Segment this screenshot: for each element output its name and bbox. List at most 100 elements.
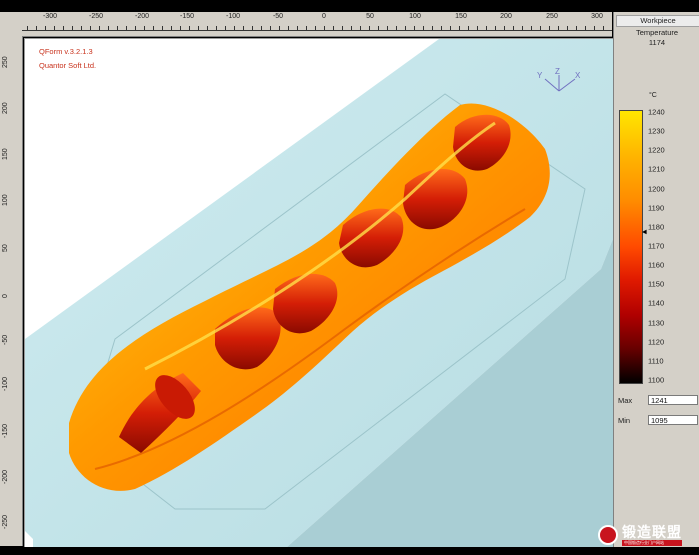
ruler-tick — [72, 26, 73, 30]
colorbar-tick-label: 1210 — [648, 164, 665, 174]
ruler-tick — [396, 26, 397, 30]
ruler-tick — [126, 26, 127, 30]
colorbar-tick-label: 1130 — [648, 318, 665, 328]
ruler-label: 300 — [591, 13, 603, 20]
horizontal-ruler: -300 -250 -200 -150 -100 -50 0 50 100 15… — [22, 12, 612, 37]
ruler-tick — [162, 26, 163, 30]
ruler-corner — [0, 12, 22, 36]
colorbar-tick-label: 1200 — [648, 184, 665, 194]
ruler-tick — [306, 26, 307, 30]
app-company: Quantor Soft Ltd. — [39, 61, 97, 70]
colorbar-tick-label: 1160 — [648, 260, 665, 270]
ruler-tick — [180, 26, 181, 30]
ruler-tick — [27, 26, 28, 30]
ruler-label: -250 — [2, 514, 9, 529]
ruler-tick — [297, 26, 298, 30]
ruler-tick — [90, 26, 91, 30]
ruler-label: 250 — [546, 13, 558, 20]
ruler-tick — [342, 26, 343, 30]
min-field[interactable]: 1095 — [648, 415, 698, 425]
colorbar-tick-label: 1110 — [648, 356, 664, 366]
ruler-label: 50 — [366, 13, 374, 20]
ruler-tick — [252, 26, 253, 30]
ruler-label: -150 — [179, 13, 195, 20]
ruler-label: 0 — [2, 294, 9, 298]
watermark: 锻造联盟 中国锻造行业门户网站 — [598, 522, 682, 548]
result-panel: Workpiece Temperature 1174 °C 1240 1230 12… — [613, 12, 699, 547]
ruler-tick — [423, 26, 424, 30]
ruler-tick — [576, 26, 577, 30]
ruler-tick — [486, 26, 487, 30]
ruler-tick — [369, 26, 370, 30]
ruler-tick — [405, 26, 406, 30]
ruler-tick — [189, 26, 190, 30]
ruler-tick — [225, 26, 226, 30]
ruler-tick — [153, 26, 154, 30]
ruler-tick — [333, 26, 334, 30]
ruler-label: -300 — [42, 13, 58, 20]
ruler-tick — [513, 26, 514, 30]
colorbar-tick-label: 1180 — [648, 222, 665, 232]
panel-header[interactable]: Workpiece — [616, 15, 699, 27]
ruler-tick — [135, 26, 136, 30]
ruler-tick — [459, 26, 460, 30]
min-label: Min — [618, 416, 631, 425]
watermark-subtitle: 中国锻造行业门户网站 — [622, 539, 682, 546]
ruler-label: 0 — [322, 13, 326, 20]
axis-triad: Y Z X — [535, 67, 585, 99]
ruler-tick — [261, 26, 262, 30]
axis-z-label: Z — [555, 67, 560, 76]
3d-viewport[interactable]: QForm v.3.2.1.3 Quantor Soft Ltd. Y Z X — [24, 38, 614, 548]
ruler-label: 100 — [409, 13, 421, 20]
temperature-unit: °C — [649, 92, 657, 99]
ruler-label: -50 — [2, 334, 9, 345]
ruler-label: 150 — [2, 148, 9, 160]
ruler-label: -150 — [2, 423, 9, 438]
top-bar — [0, 0, 699, 12]
ruler-tick — [441, 26, 442, 30]
ruler-tick — [234, 26, 235, 30]
watermark-logo-icon — [598, 525, 618, 545]
ruler-tick — [270, 26, 271, 30]
max-field[interactable]: 1241 — [648, 395, 698, 405]
ruler-tick — [108, 26, 109, 30]
ruler-tick — [63, 26, 64, 30]
ruler-label: 50 — [2, 244, 9, 252]
colorbar-tick-label: 1230 — [648, 126, 665, 136]
ruler-tick — [324, 26, 325, 30]
ruler-tick — [54, 26, 55, 30]
ruler-tick — [504, 26, 505, 30]
ruler-tick — [522, 26, 523, 30]
ruler-tick — [540, 26, 541, 30]
watermark-title: 锻造联盟 — [622, 523, 682, 540]
ruler-tick — [99, 26, 100, 30]
ruler-tick — [279, 26, 280, 30]
axis-x-label: X — [575, 71, 581, 80]
ruler-label: -200 — [134, 13, 150, 20]
ruler-tick — [243, 26, 244, 30]
ruler-tick — [468, 26, 469, 30]
ruler-tick — [36, 26, 37, 30]
axis-y-label: Y — [537, 71, 543, 80]
ruler-tick — [414, 26, 415, 30]
ruler-tick — [144, 26, 145, 30]
ruler-tick — [594, 26, 595, 30]
ruler-tick — [198, 26, 199, 30]
ruler-tick — [45, 26, 46, 30]
ruler-tick — [117, 26, 118, 30]
ruler-tick — [432, 26, 433, 30]
ruler-tick — [351, 26, 352, 30]
ruler-tick — [450, 26, 451, 30]
bottom-bar — [0, 547, 699, 555]
temperature-colorbar — [619, 110, 643, 384]
colorbar-tick-label: 1170 — [648, 241, 665, 251]
ruler-tick — [171, 26, 172, 30]
ruler-tick — [558, 26, 559, 30]
ruler-label: -250 — [88, 13, 104, 20]
forging-scene — [25, 39, 613, 547]
ruler-tick — [531, 26, 532, 30]
ruler-label: 100 — [2, 194, 9, 206]
colorbar-tick-label: 1140 — [648, 298, 665, 308]
ruler-tick — [549, 26, 550, 30]
colorbar-tick-label: 1220 — [648, 145, 665, 155]
